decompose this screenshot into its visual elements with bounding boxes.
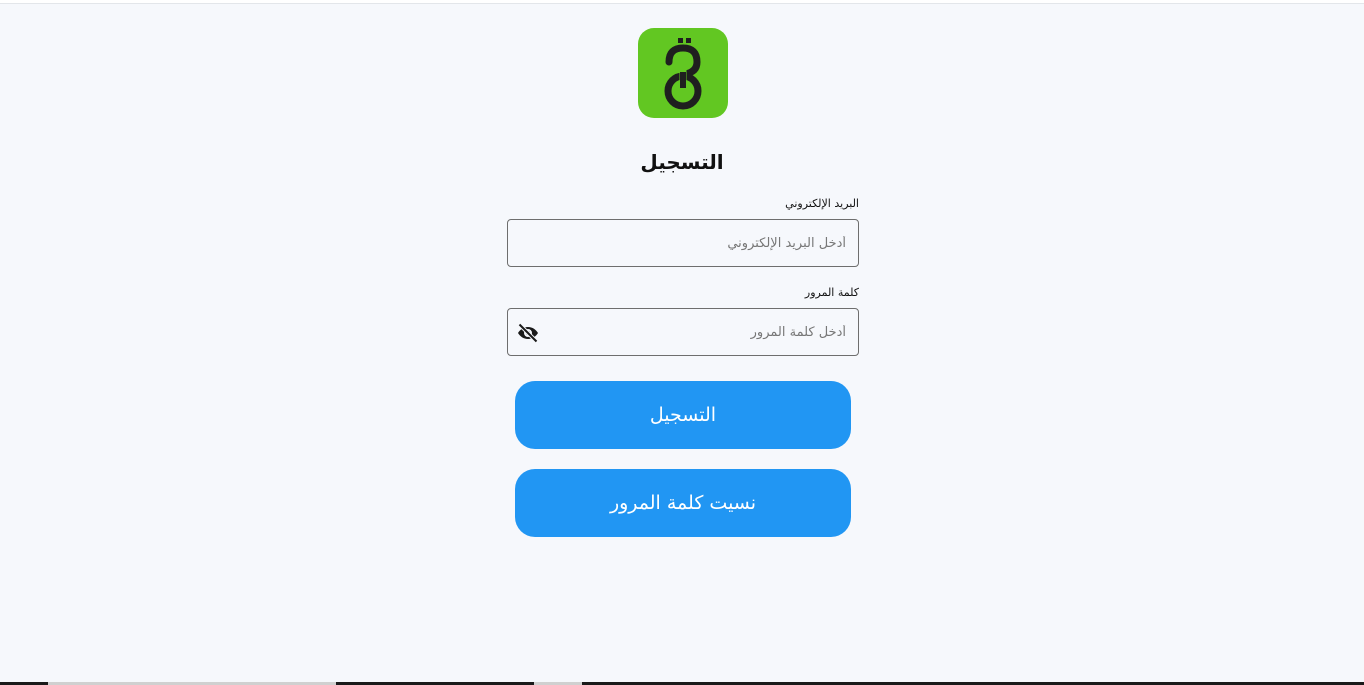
forgot-password-button[interactable]: نسيت كلمة المرور xyxy=(515,469,851,537)
password-label: كلمة المرور xyxy=(804,286,859,299)
password-field-container xyxy=(507,308,859,356)
logo-glyph-icon xyxy=(664,38,702,110)
top-border xyxy=(0,0,1364,4)
eye-off-icon[interactable] xyxy=(516,321,540,345)
password-field[interactable] xyxy=(556,309,846,355)
page-title: التسجيل xyxy=(640,150,724,174)
email-field[interactable] xyxy=(546,220,846,266)
app-logo xyxy=(638,28,728,118)
email-label: البريد الإلكتروني xyxy=(785,197,859,210)
login-button[interactable]: التسجيل xyxy=(515,381,851,449)
email-field-container xyxy=(507,219,859,267)
